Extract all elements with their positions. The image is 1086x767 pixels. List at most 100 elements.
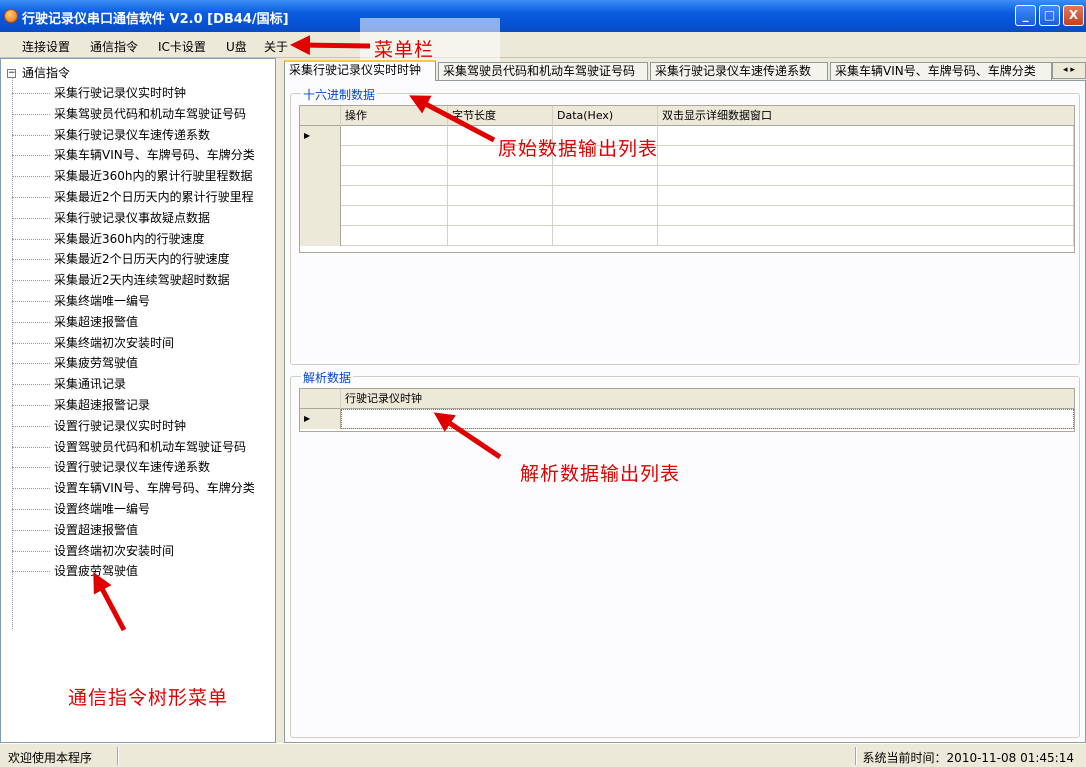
table-row[interactable] [300, 146, 1074, 166]
menu-ic-card-settings[interactable]: IC卡设置 [158, 38, 206, 55]
table-cell[interactable] [553, 186, 658, 206]
parsed-data-grid[interactable]: 行驶记录仪时钟 ▶ [299, 388, 1075, 432]
table-row[interactable] [300, 226, 1074, 246]
table-cell[interactable] [341, 226, 448, 246]
tree-item[interactable]: 采集终端唯一编号 [12, 291, 150, 311]
table-row[interactable] [300, 166, 1074, 186]
menu-about[interactable]: 关于 [264, 38, 288, 55]
tree-item[interactable]: 设置超速报警值 [12, 520, 138, 540]
table-row[interactable] [300, 206, 1074, 226]
table-cell[interactable] [448, 186, 553, 206]
menu-commands[interactable]: 通信指令 [90, 38, 138, 55]
table-cell[interactable] [341, 126, 448, 146]
close-button[interactable]: X [1063, 5, 1084, 26]
tree-item[interactable]: 采集驾驶员代码和机动车驾驶证号码 [12, 104, 246, 124]
table-cell[interactable] [658, 126, 1074, 146]
menu-usb-disk[interactable]: U盘 [226, 38, 247, 55]
tab-collect-vehicle-vin[interactable]: 采集车辆VIN号、车牌号码、车牌分类 [830, 62, 1052, 80]
tree-item[interactable]: 采集最近2天内连续驾驶超时数据 [12, 270, 230, 290]
table-cell[interactable] [553, 206, 658, 226]
tree-item[interactable]: 设置行驶记录仪实时时钟 [12, 416, 186, 436]
row-selector-icon[interactable]: ▶ [300, 409, 341, 429]
table-cell[interactable] [341, 146, 448, 166]
table-cell[interactable] [448, 166, 553, 186]
tree-item-label: 设置疲劳驾驶值 [54, 564, 139, 579]
tree-root[interactable]: − 通信指令 [7, 64, 70, 81]
table-cell[interactable] [448, 226, 553, 246]
tree-item-label: 采集驾驶员代码和机动车驾驶证号码 [54, 106, 247, 121]
table-cell[interactable] [658, 186, 1074, 206]
panel-splitter[interactable] [276, 58, 284, 743]
tree-item[interactable]: 采集通讯记录 [12, 374, 126, 394]
tree-root-label: 通信指令 [22, 66, 71, 80]
tab-collect-realtime-clock[interactable]: 采集行驶记录仪实时时钟 [284, 60, 436, 81]
row-header[interactable] [300, 206, 341, 226]
tree-item[interactable]: 采集超速报警值 [12, 312, 138, 332]
row-header[interactable] [300, 146, 341, 166]
tree-connector [12, 467, 50, 469]
row-header[interactable] [300, 226, 341, 246]
tree-item-label: 采集行驶记录仪车速传递系数 [54, 127, 211, 142]
table-cell[interactable] [448, 206, 553, 226]
tree-item[interactable]: 设置车辆VIN号、车牌号码、车牌分类 [12, 478, 255, 498]
tree-item[interactable]: 采集终端初次安装时间 [12, 333, 174, 353]
hex-column-header[interactable]: Data(Hex) [553, 106, 658, 126]
tree-item[interactable]: 设置行驶记录仪车速传递系数 [12, 457, 210, 477]
tree-item[interactable]: 采集疲劳驾驶值 [12, 353, 138, 373]
tree-item-label: 设置行驶记录仪车速传递系数 [54, 460, 211, 475]
tree-item[interactable]: 采集最近360h内的行驶速度 [12, 229, 205, 249]
tree-connector [12, 425, 50, 427]
tree-item[interactable]: 采集最近2个日历天内的累计行驶里程 [12, 187, 254, 207]
table-cell[interactable] [553, 226, 658, 246]
annotation-raw-output: 原始数据输出列表 [498, 138, 659, 160]
table-cell[interactable] [658, 146, 1074, 166]
table-cell[interactable] [658, 166, 1074, 186]
minimize-button[interactable]: _ [1015, 5, 1036, 26]
tab-collect-speed-coefficient[interactable]: 采集行驶记录仪车速传递系数 [650, 62, 828, 80]
table-cell[interactable] [341, 409, 1074, 429]
table-row[interactable]: ▶ [300, 409, 1074, 429]
table-cell[interactable] [658, 226, 1074, 246]
maximize-button[interactable]: □ [1039, 5, 1060, 26]
tree-item[interactable]: 采集行驶记录仪事故疑点数据 [12, 208, 210, 228]
tree-item-label: 采集行驶记录仪事故疑点数据 [54, 210, 211, 225]
tab-collect-driver-license[interactable]: 采集驾驶员代码和机动车驾驶证号码 [438, 62, 648, 80]
tree-item[interactable]: 设置终端初次安装时间 [12, 541, 174, 561]
table-row[interactable] [300, 186, 1074, 206]
hex-column-header[interactable]: 字节长度 [448, 106, 553, 126]
hex-column-header[interactable]: 双击显示详细数据窗口 [658, 106, 1074, 126]
table-cell[interactable] [341, 186, 448, 206]
tree-item[interactable]: 采集行驶记录仪车速传递系数 [12, 125, 210, 145]
tree-connector [12, 529, 50, 531]
tree-item-label: 采集行驶记录仪实时时钟 [54, 86, 187, 100]
row-selector-icon[interactable]: ▶ [300, 126, 341, 146]
row-header[interactable] [300, 186, 341, 206]
hex-data-grid[interactable]: 操作 字节长度 Data(Hex) 双击显示详细数据窗口 ▶ [299, 105, 1075, 253]
tree-item[interactable]: 采集超速报警记录 [12, 395, 150, 415]
tree-item-label: 采集最近2个日历天内的累计行驶里程 [54, 190, 254, 204]
tree-connector [12, 301, 50, 302]
tree-item[interactable]: 设置驾驶员代码和机动车驾驶证号码 [12, 437, 246, 457]
tree-item[interactable]: 设置终端唯一编号 [12, 499, 150, 519]
table-cell[interactable] [341, 206, 448, 226]
row-header[interactable] [300, 166, 341, 186]
table-cell[interactable] [658, 206, 1074, 226]
menu-connection-settings[interactable]: 连接设置 [22, 38, 70, 55]
hex-column-header[interactable]: 操作 [341, 106, 448, 126]
tree-item[interactable]: 采集车辆VIN号、车牌号码、车牌分类 [12, 145, 255, 165]
tree-connector [12, 342, 50, 344]
tree-item[interactable]: 设置疲劳驾驶值 [12, 561, 138, 581]
tab-scroll-arrows[interactable]: ◂ ▸ [1052, 62, 1086, 79]
table-cell[interactable] [341, 166, 448, 186]
parsed-column-header[interactable]: 行驶记录仪时钟 [341, 389, 1074, 409]
tree-connector [12, 93, 50, 94]
tree-item[interactable]: 采集行驶记录仪实时时钟 [12, 83, 186, 103]
status-clock: 系统当前时间：2010-11-08 01:45:14 [862, 751, 1074, 765]
table-row[interactable]: ▶ [300, 126, 1074, 146]
tree-connector [12, 405, 50, 406]
tree-connector [12, 446, 50, 448]
table-cell[interactable] [553, 166, 658, 186]
tree-item[interactable]: 采集最近360h内的累计行驶里程数据 [12, 166, 253, 186]
parsed-group-title: 解析数据 [301, 369, 354, 386]
tree-item[interactable]: 采集最近2个日历天内的行驶速度 [12, 249, 230, 269]
